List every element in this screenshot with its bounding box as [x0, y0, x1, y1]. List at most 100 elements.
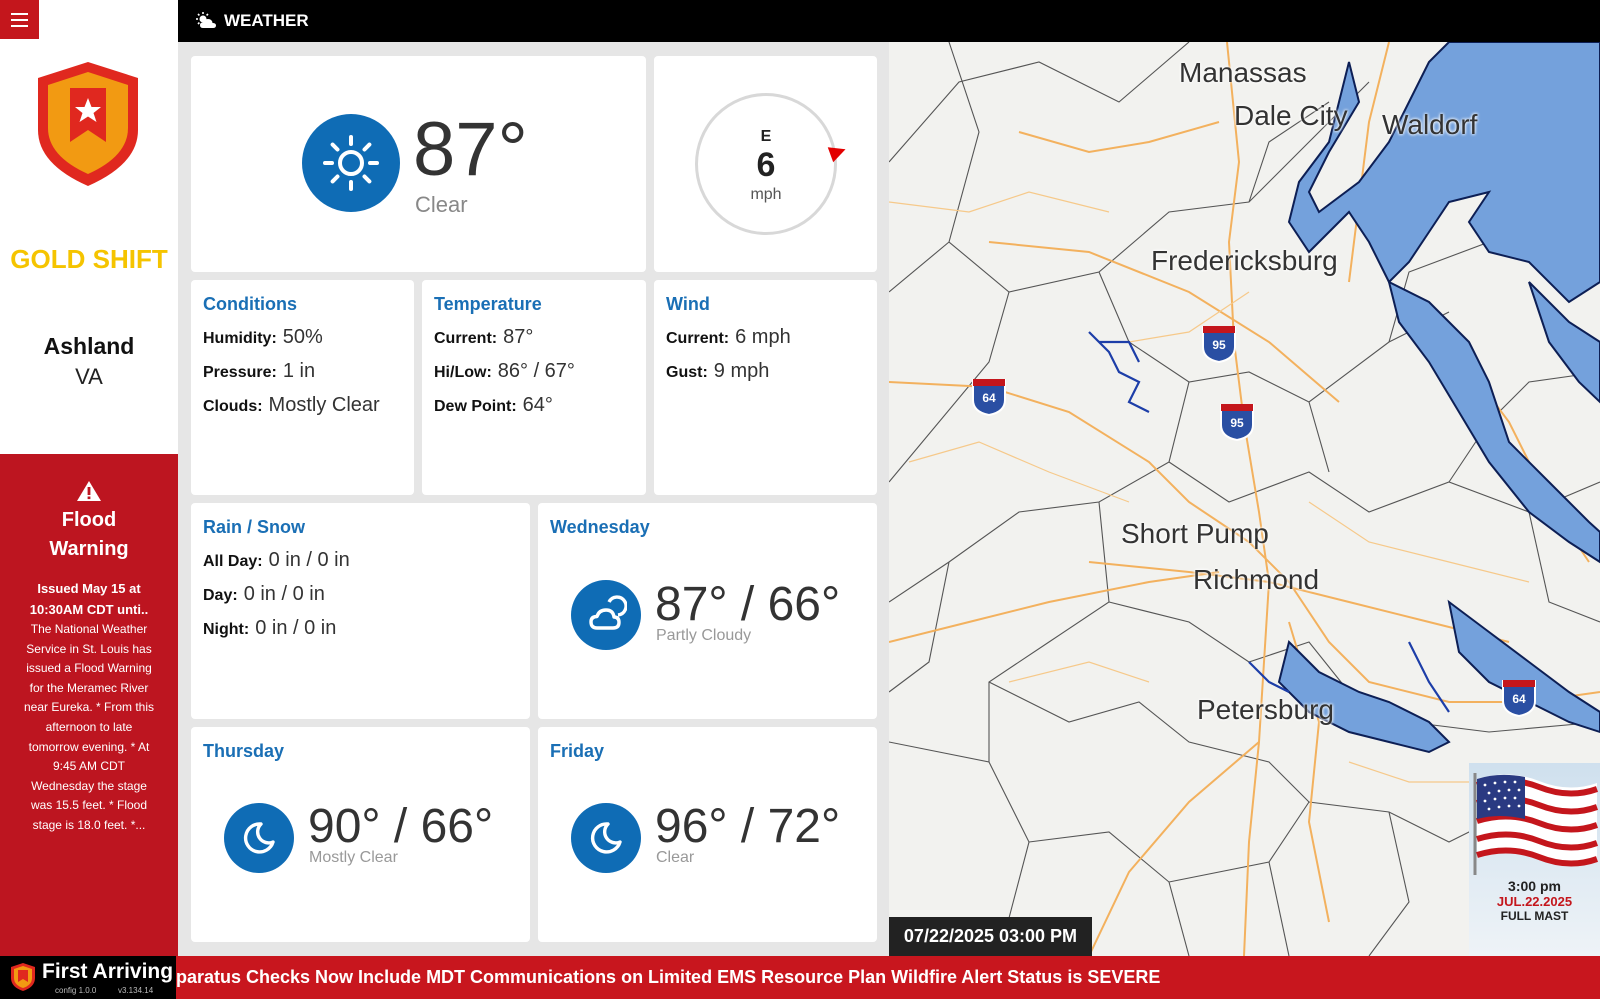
current-condition: Clear [415, 192, 468, 217]
night-value: 0 in / 0 in [255, 617, 337, 639]
forecast-card-thursday: Thursday 90° / 66° Mostly Clear [191, 727, 530, 942]
interstate-shield-label: 95 [1230, 416, 1244, 430]
interstate-shield-label: 64 [1512, 692, 1526, 706]
wind-dial-card: E 6 mph [654, 56, 877, 272]
allday-label: All Day: [203, 553, 263, 570]
ticker-text: paratus Checks Now Include MDT Communica… [176, 967, 1161, 987]
wind-unit: mph [750, 186, 782, 203]
wind-card: Wind Current: 6 mph Gust: 9 mph [654, 280, 877, 495]
pressure-label: Pressure: [203, 364, 277, 381]
american-flag-icon [1473, 773, 1599, 875]
wind-direction: E [760, 128, 772, 145]
clouds-value: Mostly Clear [268, 394, 380, 416]
top-bar: WEATHER [178, 0, 1600, 42]
day-value: 0 in / 0 in [243, 583, 325, 605]
wind-current-value: 6 mph [735, 326, 791, 348]
weather-icon [196, 12, 216, 28]
app-version: v3.134.14 [118, 986, 154, 995]
temperature-card: Temperature Current: 87° Hi/Low: 86° / 67°… [422, 280, 646, 495]
flag-date: JUL.22.2025 [1496, 894, 1573, 909]
shift-name: GOLD SHIFT [10, 244, 168, 274]
alert-title-line1: Flood [61, 509, 117, 531]
night-label: Night: [203, 621, 250, 638]
gust-row: Gust: 9 mph [666, 360, 769, 383]
sidebar: GOLD SHIFT Ashland VA Flood Warning Issu… [0, 0, 178, 956]
forecast-temps: 90° / 66° [308, 800, 494, 853]
flag-time: 3:00 pm [1508, 878, 1561, 894]
dewpoint-row: Dew Point: 64° [434, 394, 553, 417]
forecast-day: Friday [550, 741, 605, 761]
hilow-value: 86° / 67° [497, 360, 575, 382]
alert-body: The National Weather Service in St. Loui… [23, 622, 155, 832]
forecast-card-wednesday: Wednesday 87° / 66° Partly Cloudy [538, 503, 877, 719]
wind-current-label: Current: [666, 330, 730, 347]
map-label-richmond: Richmond [1193, 564, 1320, 595]
day-row: Day: 0 in / 0 in [203, 583, 325, 606]
map-label-short-pump: Short Pump [1121, 518, 1269, 549]
conditions-title: Conditions [203, 294, 297, 314]
forecast-temps: 96° / 72° [655, 800, 841, 853]
flood-warning-alert[interactable]: Flood Warning Issued May 15 at 10:30AM C… [0, 454, 178, 956]
temperature-title: Temperature [434, 294, 542, 314]
pressure-row: Pressure: 1 in [203, 360, 315, 383]
day-label: Day: [203, 587, 238, 604]
humidity-row: Humidity: 50% [203, 326, 323, 349]
map-timestamp: 07/22/2025 03:00 PM [889, 917, 1092, 956]
temp-current-value: 87° [503, 326, 534, 348]
current-weather-card: 87° Clear [191, 56, 646, 272]
gust-value: 9 mph [713, 360, 770, 382]
humidity-value: 50% [282, 326, 323, 348]
alert-issued: Issued May 15 at 10:30AM CDT unti.. [29, 581, 149, 617]
sun-icon [302, 114, 400, 212]
forecast-condition: Partly Cloudy [656, 627, 752, 644]
forecast-day: Wednesday [550, 517, 650, 537]
forecast-condition: Clear [656, 849, 695, 866]
moon-icon [224, 803, 294, 873]
night-row: Night: 0 in / 0 in [203, 617, 336, 640]
current-temperature: 87° [413, 107, 528, 192]
flag-mast-status: FULL MAST [1500, 909, 1569, 923]
department-logo [38, 62, 138, 186]
forecast-day: Thursday [203, 741, 285, 761]
map-label-manassas: Manassas [1179, 57, 1307, 88]
dewpoint-label: Dew Point: [434, 398, 517, 415]
map-label-petersburg: Petersburg [1197, 694, 1334, 725]
alert-title-line2: Warning [49, 538, 129, 560]
moon-icon [571, 803, 641, 873]
wind-speed: 6 [756, 146, 776, 184]
wind-title: Wind [666, 294, 710, 314]
temp-current-row: Current: 87° [434, 326, 533, 349]
clouds-row: Clouds: Mostly Clear [203, 394, 380, 417]
news-ticker: First Arriving config 1.0.0 v3.134.14 pa… [0, 956, 1600, 999]
page-title: WEATHER [224, 11, 309, 30]
temp-current-label: Current: [434, 330, 498, 347]
gust-label: Gust: [666, 364, 708, 381]
rain-snow-card: Rain / Snow All Day: 0 in / 0 in Day: 0 in… [191, 503, 530, 719]
brand-block: First Arriving config 1.0.0 v3.134.14 [0, 956, 176, 999]
partly-cloudy-icon [571, 580, 641, 650]
interstate-shield-label: 64 [982, 391, 996, 405]
dewpoint-value: 64° [522, 394, 553, 416]
wind-compass: E 6 mph [695, 93, 849, 235]
allday-row: All Day: 0 in / 0 in [203, 549, 350, 572]
conditions-card: Conditions Humidity: 50% Pressure: 1 in Cl… [191, 280, 414, 495]
map-label-dale-city: Dale City [1234, 100, 1348, 131]
map-label-waldorf: Waldorf [1382, 109, 1478, 140]
pressure-value: 1 in [282, 360, 316, 382]
flag-status-panel: 3:00 pm JUL.22.2025 FULL MAST [1469, 763, 1600, 956]
rain-title: Rain / Snow [203, 517, 306, 537]
humidity-label: Humidity: [203, 330, 277, 347]
forecast-card-friday: Friday 96° / 72° Clear [538, 727, 877, 942]
hilow-label: Hi/Low: [434, 364, 492, 381]
location-state: VA [75, 364, 103, 389]
wind-current-row: Current: 6 mph [666, 326, 791, 349]
clouds-label: Clouds: [203, 398, 263, 415]
forecast-condition: Mostly Clear [309, 849, 398, 866]
location-city: Ashland [43, 333, 135, 359]
menu-button[interactable] [0, 0, 39, 39]
hilow-row: Hi/Low: 86° / 67° [434, 360, 575, 383]
config-version: config 1.0.0 [55, 986, 97, 995]
map-label-fredericksburg: Fredericksburg [1151, 245, 1338, 276]
allday-value: 0 in / 0 in [268, 549, 350, 571]
warning-icon [77, 481, 101, 501]
